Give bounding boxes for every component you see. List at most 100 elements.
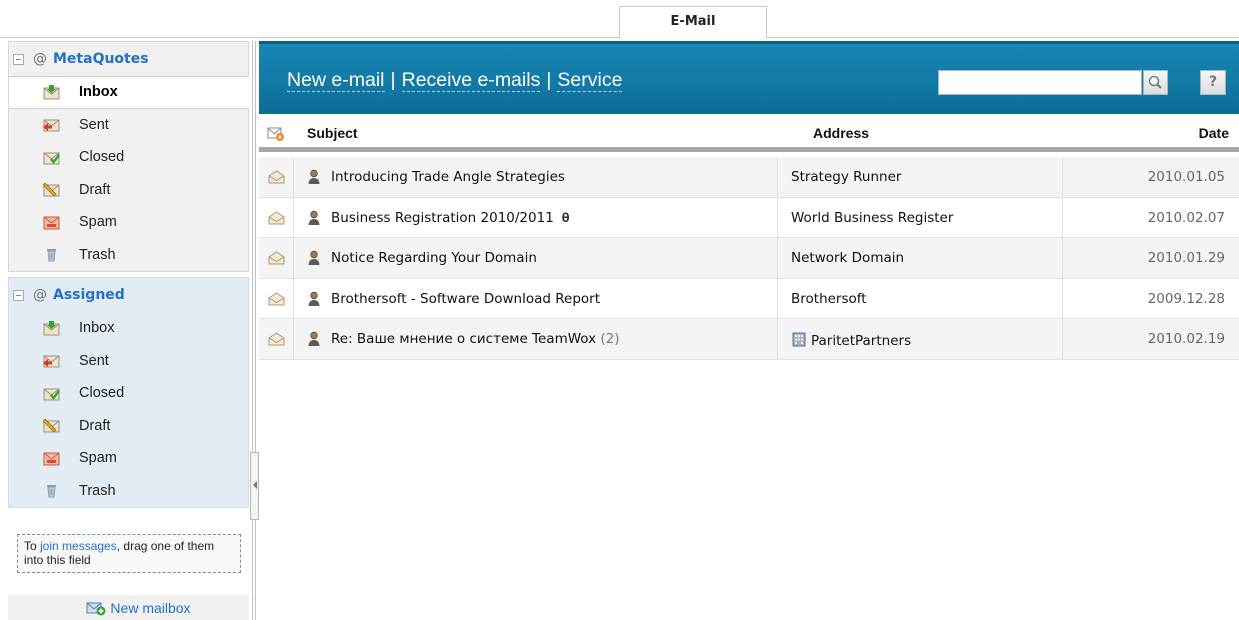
help-button[interactable]: ?: [1200, 70, 1226, 95]
mailbox-title: MetaQuotes: [53, 51, 149, 67]
folder-sent[interactable]: Sent: [9, 345, 248, 378]
search-button[interactable]: [1143, 70, 1168, 95]
new-email-link[interactable]: New e-mail: [287, 69, 385, 92]
date-column-header[interactable]: Date: [1199, 125, 1229, 141]
column-divider: [777, 319, 778, 359]
folder-inbox[interactable]: Inbox: [9, 76, 249, 109]
folder-closed[interactable]: Closed: [9, 141, 248, 174]
folder-trash[interactable]: Trash: [9, 239, 248, 272]
collapse-icon[interactable]: [13, 53, 24, 65]
email-address: Network Domain: [791, 250, 904, 266]
subject-text: Re: Ваше мнение о системе TeamWox: [331, 331, 597, 347]
spam-icon: [43, 215, 60, 230]
folder-label: Spam: [79, 214, 117, 231]
email-date: 2010.02.19: [1147, 331, 1225, 347]
receive-emails-link[interactable]: Receive e-mails: [401, 69, 541, 92]
folder-inbox[interactable]: Inbox: [9, 312, 248, 345]
email-list: Introducing Trade Angle Strategies Strate…: [259, 157, 1239, 360]
column-divider: [1062, 157, 1063, 197]
draft-icon: [42, 182, 60, 197]
mailbox-header[interactable]: @ MetaQuotes: [9, 42, 248, 76]
folder-label: Trash: [79, 482, 116, 499]
service-link[interactable]: Service: [557, 69, 623, 92]
email-date: 2010.01.29: [1147, 250, 1225, 266]
collapse-sidebar-handle[interactable]: [250, 452, 259, 520]
envelope-icon: [268, 291, 285, 310]
mail-status-column-icon[interactable]: [267, 126, 285, 142]
search-input[interactable]: [938, 70, 1142, 95]
closed-icon: [43, 386, 60, 401]
draft-icon: [42, 418, 60, 433]
separator: |: [390, 69, 396, 91]
address-text: ParitetPartners: [811, 333, 912, 349]
join-messages-drop-zone[interactable]: To join messages, drag one of them into …: [17, 534, 241, 573]
spam-icon: [43, 451, 60, 466]
at-icon: @: [33, 51, 47, 67]
attachment-icon: 𝛉: [561, 210, 570, 226]
email-row[interactable]: Brothersoft - Software Download Report Br…: [259, 278, 1239, 319]
toolbar-links: New e-mail | Receive e-mails | Service: [287, 69, 623, 92]
subject-text: Introducing Trade Angle Strategies: [331, 169, 565, 185]
subject-column-header[interactable]: Subject: [307, 125, 358, 141]
email-address: World Business Register: [791, 210, 953, 226]
email-row[interactable]: Re: Ваше мнение о системе TeamWox (2) Par…: [259, 319, 1239, 360]
column-divider: [293, 278, 294, 318]
sidebar-splitter[interactable]: [249, 41, 259, 620]
mailbox-header[interactable]: @ Assigned: [9, 278, 248, 312]
address-text: World Business Register: [791, 209, 954, 226]
mailbox-group-assigned: @ Assigned Inbox Sent Closed Draft Spam Trash: [8, 277, 249, 508]
email-row[interactable]: Business Registration 2010/2011 𝛉 World Bu…: [259, 197, 1239, 238]
email-date: 2009.12.28: [1147, 290, 1225, 307]
email-address: Brothersoft: [791, 291, 867, 307]
mailbox-group-metaquotes: @ MetaQuotes Inbox Sent Closed Draft Spam Tra…: [8, 41, 249, 272]
folder-trash[interactable]: Trash: [9, 475, 248, 508]
envelope-icon: [268, 332, 285, 350]
separator: |: [546, 69, 552, 91]
building-icon: [791, 331, 807, 351]
folder-label: Draft: [79, 181, 111, 198]
inbox-icon: [43, 84, 60, 100]
folder-draft[interactable]: Draft: [9, 174, 248, 207]
address-text: Network Domain: [791, 250, 905, 266]
email-row[interactable]: Introducing Trade Angle Strategies Strate…: [259, 157, 1239, 198]
folder-label: Draft: [79, 417, 111, 434]
person-icon: [307, 250, 321, 270]
folder-sent[interactable]: Sent: [9, 109, 248, 142]
join-messages-link[interactable]: join messages: [40, 539, 117, 553]
folder-closed[interactable]: Closed: [9, 377, 248, 410]
person-icon: [307, 169, 321, 189]
envelope-icon: [268, 170, 285, 188]
column-divider: [1062, 197, 1063, 237]
column-divider: [1062, 278, 1063, 318]
search-icon: [1148, 75, 1162, 89]
new-mailbox-label: New mailbox: [110, 599, 191, 616]
email-date: 2010.01.05: [1147, 169, 1225, 185]
column-divider: [293, 157, 294, 197]
column-divider: [293, 319, 294, 359]
email-subject: Brothersoft - Software Download Report: [331, 291, 600, 307]
address-column-header[interactable]: Address: [813, 125, 869, 141]
tab-bar: E-Mail: [0, 0, 1239, 39]
email-address: Strategy Runner: [791, 169, 901, 185]
mail-toolbar: New e-mail | Receive e-mails | Service ?: [259, 41, 1239, 114]
folder-label: Inbox: [79, 320, 115, 337]
folder-spam[interactable]: Spam: [9, 206, 248, 239]
thread-count: (2): [600, 331, 620, 347]
tab-email[interactable]: E-Mail: [619, 6, 767, 39]
folder-draft[interactable]: Draft: [9, 410, 248, 443]
email-row[interactable]: Notice Regarding Your Domain Network Doma…: [259, 238, 1239, 279]
new-mailbox-button[interactable]: New mailbox: [8, 595, 249, 620]
email-subject: Notice Regarding Your Domain: [331, 250, 537, 266]
column-divider: [777, 278, 778, 318]
subject-text: Business Registration 2010/2011: [331, 209, 554, 226]
person-icon: [307, 331, 321, 351]
collapse-icon[interactable]: [13, 289, 24, 301]
envelope-icon: [268, 210, 285, 229]
column-divider: [293, 197, 294, 237]
address-text: Brothersoft: [791, 290, 867, 307]
email-subject: Business Registration 2010/2011 𝛉: [331, 210, 570, 226]
folder-spam[interactable]: Spam: [9, 442, 248, 475]
address-text: Strategy Runner: [791, 169, 902, 185]
column-divider: [777, 157, 778, 197]
closed-icon: [43, 150, 60, 165]
